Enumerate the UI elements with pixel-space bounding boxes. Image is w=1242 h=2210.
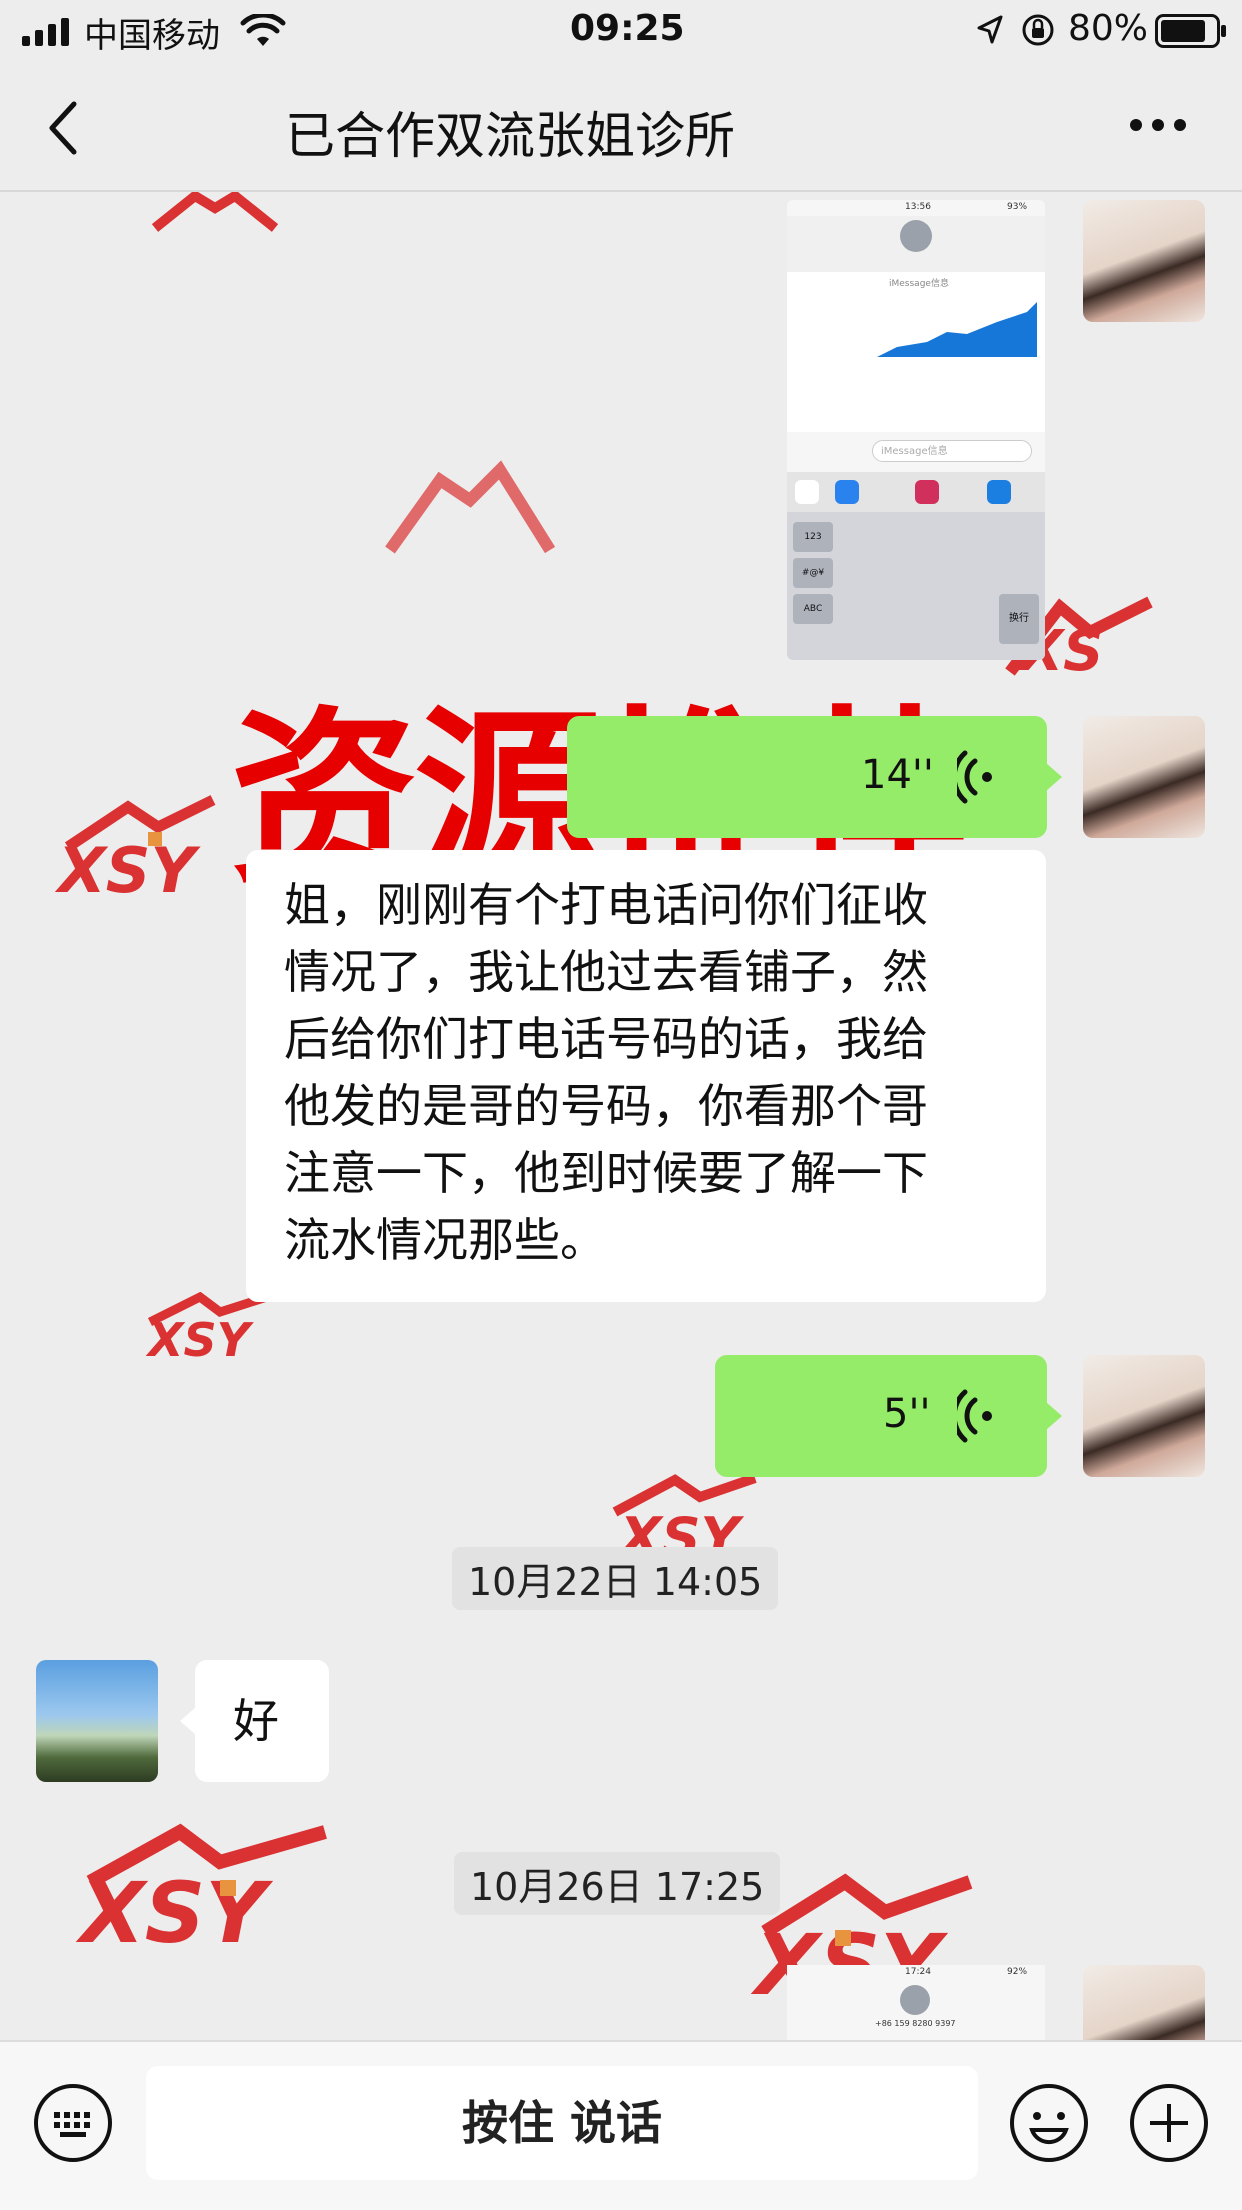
message-line: 他发的是哥的号码，你看那个哥 [284, 1079, 928, 1133]
screenshot-time: 13:56 [905, 202, 931, 212]
screenshot-key-label: 123 [804, 532, 822, 542]
voice-wave-icon [957, 1389, 992, 1443]
voice-duration: 5'' [883, 1391, 931, 1437]
message-line: 情况了，我让他过去看铺子，然 [284, 945, 928, 999]
clock: 09:25 [570, 8, 685, 49]
screenshot-app-row [787, 472, 1045, 512]
screenshot-input-placeholder: iMessage信息 [881, 446, 948, 457]
text-message-bubble[interactable]: 好 [195, 1660, 329, 1782]
screenshot-status-row: 13:56 93% [787, 200, 1045, 216]
xsy-watermark-logo [385, 460, 556, 554]
more-options-icon[interactable] [1128, 117, 1188, 133]
status-bar: 中国移动 09:25 80% [0, 0, 1242, 62]
svg-text:XSY: XSY [75, 1864, 273, 1952]
my-avatar[interactable] [1083, 716, 1205, 838]
timestamp: 10月26日 17:25 [454, 1852, 781, 1915]
message-line: 后给你们打电话号码的话，我给 [284, 1012, 928, 1066]
screenshot-return-label: 换行 [1009, 613, 1029, 624]
xsy-watermark-logo: XSY [75, 1823, 327, 1952]
screenshot-app-icon [987, 480, 1011, 504]
screenshot-app-icon [795, 480, 819, 504]
orientation-lock-icon [1022, 14, 1054, 46]
battery-percent: 80% [1068, 8, 1149, 49]
screenshot-contact-avatar [900, 220, 932, 252]
bubble-tail [1046, 1402, 1062, 1430]
voice-duration: 14'' [861, 752, 934, 798]
carrier-label: 中国移动 [84, 16, 220, 56]
xsy-watermark-logo [151, 192, 279, 232]
chat-title: 已合作双流张姐诊所 [285, 107, 735, 165]
screenshot-key: ABC [793, 594, 833, 624]
message-line: 流水情况那些。 [284, 1213, 606, 1267]
chat-area[interactable]: XS XSY XSY XSY XSY XSY 13:56 93% iMessag… [0, 192, 1242, 2040]
wifi-icon [240, 14, 286, 46]
bubble-tail [180, 1707, 196, 1735]
svg-text:XSY: XSY [145, 1313, 255, 1362]
screenshot-keyboard: 123 #@¥ ABC 换行 [787, 512, 1045, 660]
screenshot-key: #@¥ [793, 558, 833, 588]
screenshot-battery: 92% [1007, 1967, 1028, 1977]
message-line: 注意一下，他到时候要了解一下 [284, 1146, 928, 1200]
input-bar: 按住 说话 [0, 2040, 1242, 2210]
screenshot-input-row: iMessage信息 [787, 432, 1045, 472]
message-text: 好 [233, 1694, 279, 1748]
screenshot-phone-number: +86 159 8280 9397 [875, 2019, 956, 2028]
signal-icon [22, 18, 69, 46]
screenshot-time: 17:24 [905, 1967, 931, 1977]
text-message-bubble[interactable]: 姐，刚刚有个打电话问你们征收 情况了，我让他过去看铺子，然 后给你们打电话号码的… [246, 850, 1046, 1302]
screenshot-key-label: ABC [803, 604, 823, 614]
contact-avatar[interactable] [36, 1660, 158, 1782]
xsy-watermark-logo: XSY [145, 1292, 272, 1362]
screenshot-return-key: 换行 [999, 594, 1039, 644]
screenshot-imessage-label: iMessage信息 [889, 279, 949, 289]
nav-bar: 已合作双流张姐诊所 [0, 62, 1242, 192]
bubble-tail [1046, 763, 1062, 791]
screenshot-key: 123 [793, 522, 833, 552]
my-avatar[interactable] [1083, 1355, 1205, 1477]
shared-screenshot-image[interactable]: 17:24 92% +86 159 8280 9397 [787, 1965, 1045, 2040]
my-avatar[interactable] [1083, 200, 1205, 322]
screenshot-app-icon [835, 480, 859, 504]
svg-text:XSY: XSY [54, 834, 201, 902]
screenshot-battery: 93% [1007, 202, 1028, 212]
xsy-watermark-logo: XSY [54, 795, 216, 902]
voice-message-bubble[interactable]: 5'' [715, 1355, 1047, 1477]
screenshot-blue-bubble [877, 302, 1037, 357]
plus-icon[interactable] [1128, 2082, 1210, 2164]
back-chevron-icon[interactable] [44, 98, 84, 158]
screenshot-contact-header [787, 216, 1045, 273]
timestamp: 10月22日 14:05 [452, 1547, 779, 1610]
screenshot-message-area: iMessage信息 [787, 272, 1045, 432]
voice-wave-icon [957, 750, 992, 804]
message-line: 姐，刚刚有个打电话问你们征收 [284, 878, 928, 932]
my-avatar[interactable] [1083, 1965, 1205, 2040]
keyboard-icon[interactable] [32, 2082, 114, 2164]
shared-screenshot-image[interactable]: 13:56 93% iMessage信息 iMessage信息 123 #@¥ [787, 200, 1045, 660]
screenshot-input-field: iMessage信息 [872, 440, 1032, 462]
screenshot-app-icon [915, 480, 939, 504]
screenshot-key-label: #@¥ [801, 568, 825, 578]
screenshot-contact-avatar [900, 1985, 930, 2015]
voice-message-bubble[interactable]: 14'' [567, 716, 1047, 838]
location-icon [977, 15, 1003, 44]
battery-icon [1155, 14, 1226, 48]
emoji-icon[interactable] [1008, 2082, 1090, 2164]
hold-to-talk-button[interactable]: 按住 说话 [146, 2066, 978, 2180]
